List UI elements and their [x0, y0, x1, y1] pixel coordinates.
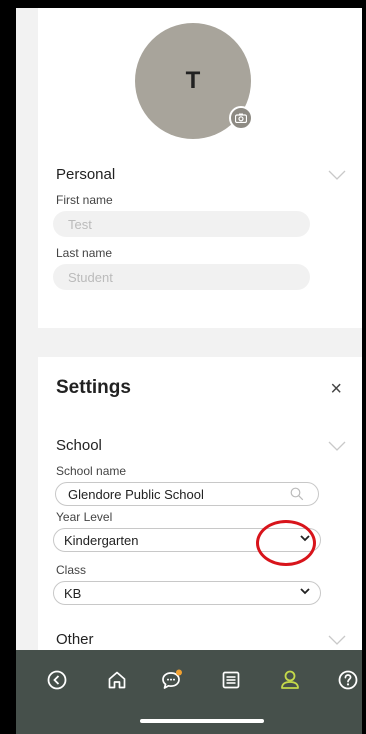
- device-frame-left: [0, 0, 16, 734]
- settings-title: Settings: [56, 377, 131, 398]
- profile-icon: [281, 670, 299, 689]
- back-circle-icon: [47, 670, 67, 690]
- nav-home[interactable]: [105, 668, 129, 692]
- chevron-down-icon[interactable]: [300, 588, 310, 595]
- school-name-input[interactable]: Glendore Public School: [55, 482, 319, 506]
- first-name-value: Test: [68, 216, 92, 232]
- bottom-nav: [16, 650, 362, 734]
- avatar-initial: T: [185, 67, 201, 94]
- nav-back[interactable]: [45, 668, 69, 692]
- app-screen: T Personal First name Test Last name Stu…: [16, 8, 362, 734]
- home-indicator: [140, 719, 264, 723]
- notification-dot: [176, 669, 182, 676]
- class-select[interactable]: KB: [53, 581, 321, 605]
- year-level-label: Year Level: [56, 510, 113, 524]
- nav-chat[interactable]: [160, 668, 184, 692]
- other-section-title: Other: [56, 631, 94, 648]
- year-level-value: Kindergarten: [64, 532, 139, 548]
- settings-card: Settings × School School name Glendore P…: [38, 357, 362, 667]
- first-name-label: First name: [56, 193, 113, 207]
- chevron-down-icon[interactable]: [328, 170, 346, 180]
- device-frame-right: [362, 0, 366, 734]
- nav-profile[interactable]: [278, 668, 302, 692]
- school-section-title: School: [56, 437, 102, 454]
- chat-icon: [162, 669, 182, 689]
- class-value: KB: [64, 585, 82, 601]
- last-name-label: Last name: [56, 246, 113, 260]
- chevron-down-icon[interactable]: [328, 635, 346, 645]
- school-name-label: School name: [56, 464, 127, 478]
- class-label: Class: [56, 563, 87, 577]
- help-icon: [338, 670, 358, 690]
- camera-icon[interactable]: [229, 106, 253, 130]
- device-frame-top: [0, 0, 366, 8]
- highlight-annotation-ring: [256, 520, 316, 566]
- list-icon: [222, 671, 240, 689]
- nav-help[interactable]: [336, 668, 360, 692]
- school-name-value: Glendore Public School: [68, 486, 204, 502]
- close-button[interactable]: ×: [330, 379, 342, 399]
- search-icon: [290, 487, 304, 501]
- first-name-field[interactable]: Test: [53, 211, 310, 237]
- profile-card: T Personal First name Test Last name Stu…: [38, 8, 362, 328]
- home-icon: [108, 671, 126, 689]
- last-name-value: Student: [68, 269, 113, 285]
- nav-list[interactable]: [219, 668, 243, 692]
- personal-section-title: Personal: [56, 166, 116, 183]
- last-name-field[interactable]: Student: [53, 264, 310, 290]
- chevron-down-icon[interactable]: [328, 441, 346, 451]
